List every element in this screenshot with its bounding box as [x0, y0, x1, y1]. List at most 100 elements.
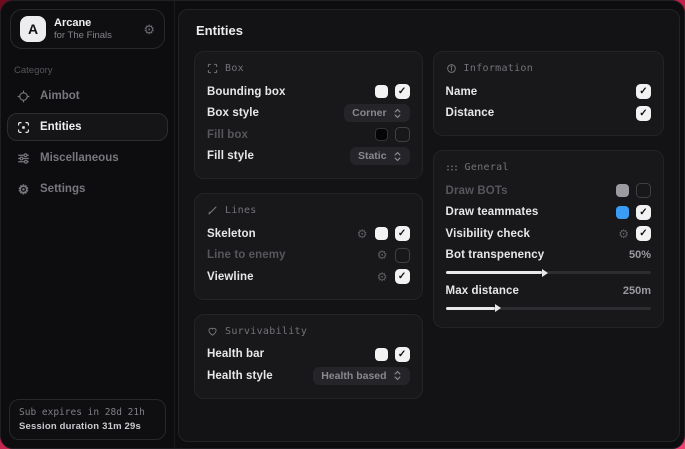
setting-label: Viewline: [207, 271, 254, 283]
slider-value: 50%: [629, 249, 651, 261]
gear-icon[interactable]: ⚙: [143, 23, 155, 36]
setting-label: Distance: [446, 107, 495, 119]
box-card-header: Box: [207, 63, 410, 74]
checkbox[interactable]: [636, 183, 651, 198]
sidebar-item-label: Settings: [40, 183, 85, 195]
setting-label: Line to enemy: [207, 249, 286, 261]
slider-fill: [446, 307, 495, 310]
gear-icon[interactable]: ⚙: [618, 228, 629, 240]
survivability-card-header: Survivability: [207, 326, 410, 337]
setting-row-draw-bots: Draw BOTs: [446, 180, 651, 202]
setting-label: Visibility check: [446, 228, 531, 240]
heart-pulse-icon: [207, 326, 218, 337]
lines-card: Lines Skeleton ⚙ ✓ Line to enemy: [194, 193, 423, 300]
setting-row-max-distance: Max distance 250m: [446, 280, 651, 302]
information-card-header: Information: [446, 63, 651, 74]
box-style-dropdown[interactable]: Corner: [344, 104, 409, 122]
setting-row-name: Name ✓: [446, 81, 651, 103]
main-panel: Entities Box Bounding box: [178, 9, 680, 442]
setting-row-bot-transparency: Bot transpenency 50%: [446, 245, 651, 267]
setting-label: Draw teammates: [446, 206, 539, 218]
checkbox[interactable]: ✓: [636, 106, 651, 121]
bot-transparency-slider[interactable]: [446, 271, 651, 274]
desktop-background: A Arcane for The Finals ⚙ Category Aimbo…: [0, 0, 685, 449]
cards-columns: Box Bounding box ✓ Box style: [194, 51, 664, 399]
checkbox[interactable]: ✓: [395, 269, 410, 284]
section-title: Information: [464, 63, 534, 74]
color-swatch[interactable]: [616, 184, 629, 197]
color-swatch[interactable]: [375, 128, 388, 141]
checkbox[interactable]: ✓: [395, 347, 410, 362]
lines-card-header: Lines: [207, 205, 410, 216]
sidebar-item-label: Entities: [40, 121, 82, 133]
chevrons-up-down-icon: [393, 108, 402, 119]
slider-value: 250m: [623, 285, 651, 297]
color-swatch[interactable]: [375, 227, 388, 240]
gear-icon: ⚙: [16, 182, 31, 196]
gear-icon[interactable]: ⚙: [377, 271, 388, 283]
color-swatch[interactable]: [616, 206, 629, 219]
setting-label: Draw BOTs: [446, 185, 508, 197]
dropdown-value: Corner: [352, 107, 386, 119]
sub-expiry-text: Sub expires in 28d 21h: [19, 407, 156, 418]
app-logo-card: A Arcane for The Finals ⚙: [10, 9, 165, 49]
sidebar-nav: Aimbot Entities Mi: [1, 82, 174, 203]
setting-label: Bounding box: [207, 86, 286, 98]
setting-row-viewline: Viewline ⚙ ✓: [207, 266, 410, 288]
fill-style-dropdown[interactable]: Static: [350, 147, 410, 165]
color-swatch[interactable]: [375, 348, 388, 361]
dropdown-value: Health based: [321, 370, 386, 382]
pencil-line-icon: [207, 205, 218, 216]
general-card: General Draw BOTs Draw teammates: [433, 150, 664, 328]
checkbox[interactable]: ✓: [636, 226, 651, 241]
info-icon: [446, 63, 457, 74]
section-title: Survivability: [225, 326, 307, 337]
health-style-dropdown[interactable]: Health based: [313, 367, 409, 385]
app-title-block: Arcane for The Finals: [54, 17, 112, 41]
entities-box-icon: [16, 120, 31, 134]
max-distance-slider[interactable]: [446, 307, 651, 310]
crosshair-icon: [16, 89, 31, 103]
sidebar-item-entities[interactable]: Entities: [7, 113, 168, 141]
setting-row-health-bar: Health bar ✓: [207, 344, 410, 366]
setting-label: Health style: [207, 370, 273, 382]
setting-label: Skeleton: [207, 228, 256, 240]
setting-label: Fill style: [207, 150, 254, 162]
setting-row-line-to-enemy: Line to enemy ⚙: [207, 245, 410, 267]
sidebar-item-settings[interactable]: ⚙ Settings: [7, 175, 168, 203]
checkbox[interactable]: ✓: [395, 84, 410, 99]
left-column: Box Bounding box ✓ Box style: [194, 51, 423, 399]
checkbox[interactable]: ✓: [636, 205, 651, 220]
gear-icon[interactable]: ⚙: [357, 228, 368, 240]
sidebar-item-aimbot[interactable]: Aimbot: [7, 82, 168, 110]
checkbox[interactable]: ✓: [636, 84, 651, 99]
gear-icon[interactable]: ⚙: [377, 249, 388, 261]
setting-label: Bot transpenency: [446, 249, 545, 261]
setting-label: Health bar: [207, 348, 264, 360]
section-title: Box: [225, 63, 244, 74]
checkbox[interactable]: [395, 127, 410, 142]
app-window: A Arcane for The Finals ⚙ Category Aimbo…: [0, 0, 685, 449]
setting-row-fill-style: Fill style Static: [207, 146, 410, 168]
color-swatch[interactable]: [375, 85, 388, 98]
setting-row-skeleton: Skeleton ⚙ ✓: [207, 223, 410, 245]
section-title: Lines: [225, 205, 257, 216]
setting-label: Fill box: [207, 129, 248, 141]
setting-row-health-style: Health style Health based: [207, 365, 410, 387]
section-title: General: [465, 162, 509, 173]
sidebar-item-label: Aimbot: [40, 90, 80, 102]
setting-row-visibility-check: Visibility check ⚙ ✓: [446, 223, 651, 245]
checkbox[interactable]: ✓: [395, 226, 410, 241]
slider-fill: [446, 271, 543, 274]
session-duration-text: Session duration 31m 29s: [19, 421, 156, 432]
app-logo: A: [20, 16, 46, 42]
box-corners-icon: [207, 63, 218, 74]
general-card-header: General: [446, 162, 651, 173]
chevrons-up-down-icon: [393, 151, 402, 162]
setting-label: Max distance: [446, 285, 519, 297]
setting-label: Name: [446, 86, 478, 98]
checkbox[interactable]: [395, 248, 410, 263]
setting-row-distance: Distance ✓: [446, 103, 651, 125]
sidebar-item-miscellaneous[interactable]: Miscellaneous: [7, 144, 168, 172]
setting-row-fill-box: Fill box: [207, 124, 410, 146]
